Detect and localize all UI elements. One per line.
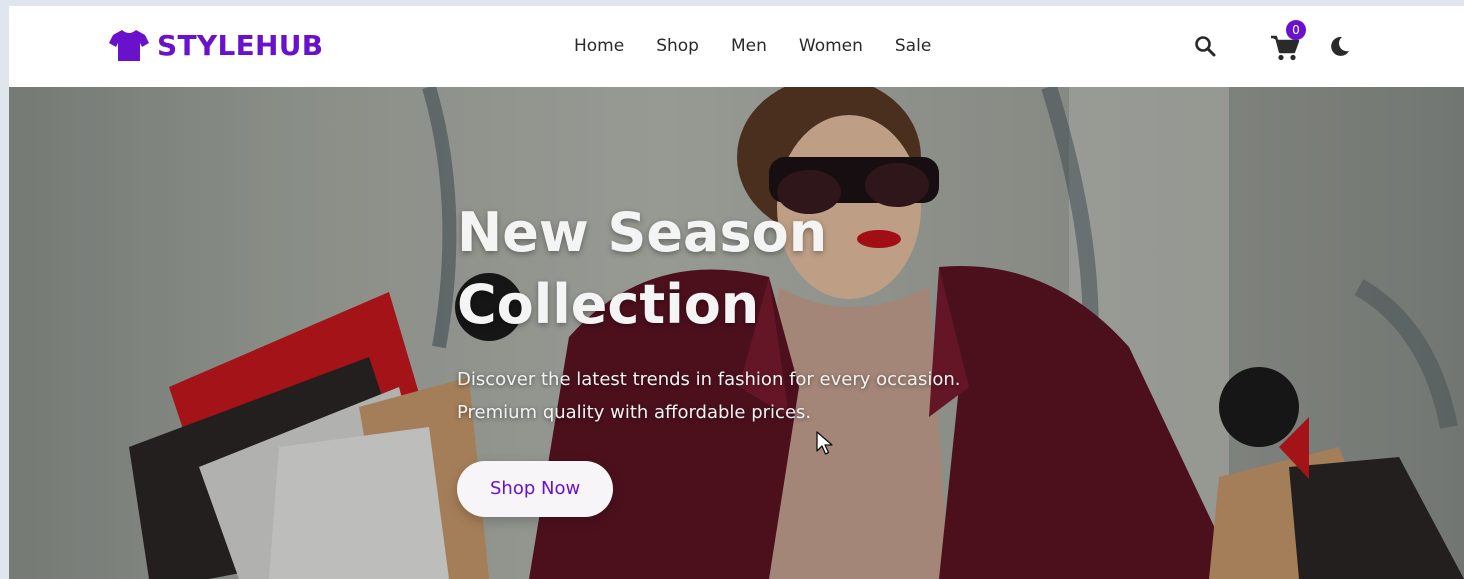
search-icon xyxy=(1195,36,1216,57)
nav-link-home[interactable]: Home xyxy=(574,36,624,56)
browser-viewport: STYLEHUB Home Shop Men Women Sale 0 New … xyxy=(9,6,1464,579)
nav-link-sale[interactable]: Sale xyxy=(895,36,931,56)
nav-link-women[interactable]: Women xyxy=(799,36,863,56)
hero-subtitle-line2: Premium quality with affordable prices. xyxy=(457,402,812,423)
tshirt-icon xyxy=(109,30,149,61)
hero-subtitle: Discover the latest trends in fashion fo… xyxy=(457,363,1077,429)
navbar: STYLEHUB Home Shop Men Women Sale 0 xyxy=(9,6,1464,87)
hero-title-line2: Collection xyxy=(457,273,760,336)
hero-title-line1: New Season xyxy=(457,201,828,264)
mouse-cursor-icon xyxy=(816,431,833,455)
theme-toggle-button[interactable] xyxy=(1328,34,1352,58)
brand-logo[interactable]: STYLEHUB xyxy=(109,28,323,62)
hero-title: New Season Collection xyxy=(457,197,1077,341)
search-button[interactable] xyxy=(1193,34,1217,58)
brand-name: STYLEHUB xyxy=(157,28,324,62)
hero-content: New Season Collection Discover the lates… xyxy=(457,197,1077,517)
hero-banner: New Season Collection Discover the lates… xyxy=(9,87,1464,579)
nav-link-shop[interactable]: Shop xyxy=(656,36,699,56)
moon-icon xyxy=(1331,36,1349,56)
nav-link-men[interactable]: Men xyxy=(731,36,767,56)
main-nav: Home Shop Men Women Sale xyxy=(574,36,963,56)
hero-subtitle-line1: Discover the latest trends in fashion fo… xyxy=(457,369,961,390)
shop-now-button[interactable]: Shop Now xyxy=(457,461,614,517)
cart-count-badge: 0 xyxy=(1286,20,1306,40)
